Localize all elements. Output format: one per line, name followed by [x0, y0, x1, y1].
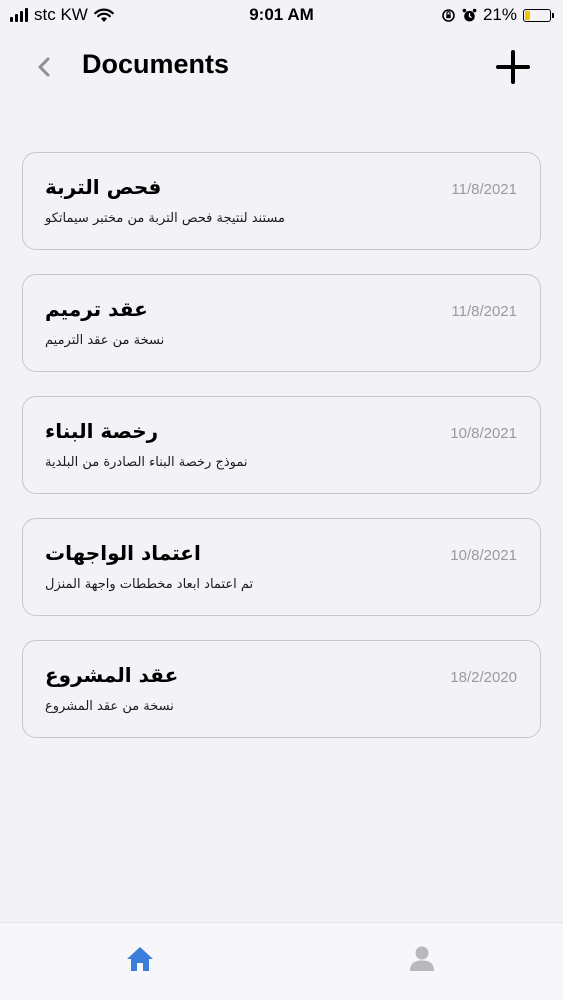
document-list: فحص التربة مستند لنتيجة فحص التربة من مخ…	[22, 152, 541, 762]
document-description: نسخة من عقد الترميم	[45, 333, 165, 348]
document-card[interactable]: عقد ترميم نسخة من عقد الترميم 11/8/2021	[22, 274, 541, 372]
user-icon	[410, 946, 434, 971]
document-card[interactable]: عقد المشروع نسخة من عقد المشروع 18/2/202…	[22, 640, 541, 738]
document-card[interactable]: رخصة البناء نموذج رخصة البناء الصادرة من…	[22, 396, 541, 494]
document-date: 11/8/2021	[451, 181, 517, 198]
battery-icon	[523, 8, 554, 22]
page-title: Documents	[82, 49, 230, 79]
chevron-left-icon	[38, 57, 50, 77]
document-card[interactable]: اعتماد الواجهات تم اعتماد ابعاد مخططات و…	[22, 518, 541, 616]
document-description: تم اعتماد ابعاد مخططات واجهة المنزل	[45, 577, 254, 592]
document-date: 18/2/2020	[450, 669, 517, 686]
nav-header: Documents	[0, 40, 563, 95]
plus-icon	[496, 50, 530, 84]
document-description: مستند لنتيجة فحص التربة من مختبر سيماتكو	[45, 211, 285, 226]
home-icon	[127, 947, 153, 971]
orientation-lock-icon	[442, 8, 455, 22]
document-description: نموذج رخصة البناء الصادرة من البلدية	[45, 455, 248, 470]
status-right: 21%	[441, 5, 554, 25]
document-date: 10/8/2021	[450, 547, 517, 564]
status-bar: stc KW 9:01 AM 21%	[0, 0, 563, 30]
document-title: رخصة البناء	[45, 419, 159, 443]
document-title: اعتماد الواجهات	[45, 541, 201, 565]
document-card[interactable]: فحص التربة مستند لنتيجة فحص التربة من مخ…	[22, 152, 541, 250]
document-title: فحص التربة	[45, 175, 162, 199]
document-description: نسخة من عقد المشروع	[45, 699, 174, 714]
alarm-icon	[462, 8, 477, 21]
tab-bar	[0, 922, 563, 1000]
document-date: 11/8/2021	[451, 303, 517, 320]
tab-home[interactable]	[124, 943, 156, 975]
document-title: عقد المشروع	[45, 663, 179, 687]
back-button[interactable]	[30, 52, 60, 82]
battery-percent: 21%	[482, 5, 517, 24]
document-date: 10/8/2021	[450, 425, 517, 442]
tab-profile[interactable]	[406, 943, 438, 975]
add-document-button[interactable]	[493, 47, 533, 87]
battery-level	[525, 10, 530, 20]
document-title: عقد ترميم	[45, 297, 148, 321]
